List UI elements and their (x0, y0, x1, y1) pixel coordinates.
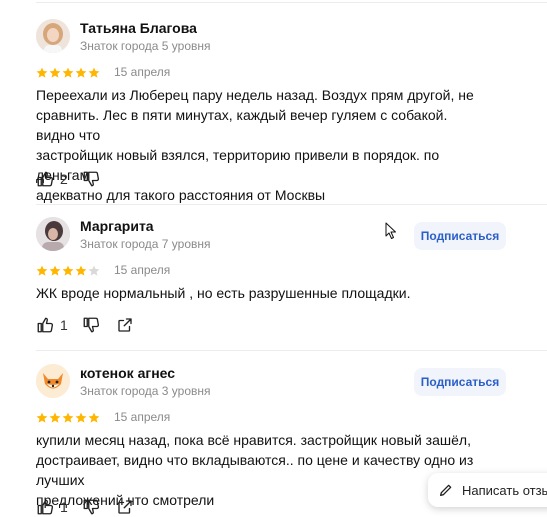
star-icon (49, 412, 61, 423)
star-icon (88, 265, 100, 276)
dislike-button[interactable] (82, 170, 100, 188)
review-text-line: ЖК вроде нормальный , но есть разрушенны… (36, 285, 411, 301)
like-count: 1 (60, 317, 68, 333)
share-button[interactable] (116, 498, 134, 516)
star-icon (88, 67, 100, 78)
like-button[interactable]: 2 (36, 170, 68, 188)
review-text-line: адекватно для такого расстояния от Москв… (36, 187, 326, 203)
star-icon (62, 67, 74, 78)
thumbs-up-icon (37, 317, 54, 333)
divider (36, 2, 547, 3)
star-icon (62, 412, 74, 423)
review-text-line: купили месяц назад, пока всё нравится. з… (36, 432, 471, 448)
star-icon (49, 265, 61, 276)
review-card: Маргарита Знаток города 7 уровня Подписа… (36, 217, 547, 337)
reviewer-name[interactable]: Татьяна Благова (80, 20, 197, 36)
user-avatar[interactable] (36, 364, 70, 398)
star-icon (36, 67, 48, 78)
reviewer-name[interactable]: Маргарита (80, 218, 154, 234)
mouse-cursor-icon (385, 222, 396, 239)
write-review-label: Написать отзыв (462, 482, 547, 498)
like-count: 1 (60, 499, 68, 515)
share-icon (118, 500, 132, 514)
review-text: ЖК вроде нормальный , но есть разрушенны… (36, 283, 486, 303)
review-date: 15 апреля (114, 263, 171, 277)
review-text-line: сравнить. Лес в пяти минутах, каждый веч… (36, 107, 448, 143)
star-icon (88, 412, 100, 423)
thumbs-down-icon (83, 317, 99, 333)
star-icon (75, 412, 87, 423)
star-icon (36, 412, 48, 423)
review-actions: 2 (36, 169, 100, 189)
dislike-button[interactable] (82, 498, 100, 516)
reviewer-level: Знаток города 3 уровня (80, 384, 211, 398)
review-text: Переехали из Люберец пару недель назад. … (36, 85, 486, 205)
review-text-line: достраивает, видно что вкладываются.. по… (36, 452, 474, 488)
divider (36, 204, 547, 205)
like-button[interactable]: 1 (36, 316, 68, 334)
rating-stars (36, 412, 100, 424)
user-avatar[interactable] (36, 217, 70, 251)
rating-stars (36, 67, 100, 79)
user-avatar[interactable] (36, 19, 70, 53)
share-icon (118, 318, 132, 332)
reviewer-name[interactable]: котенок агнес (80, 365, 175, 381)
photo-avatar-icon (36, 217, 70, 251)
star-icon (75, 67, 87, 78)
divider (36, 350, 547, 351)
review-actions: 1 (36, 315, 134, 335)
write-review-button[interactable]: Написать отзыв (428, 473, 547, 507)
reviewer-level: Знаток города 5 уровня (80, 39, 211, 53)
like-button[interactable]: 1 (36, 498, 68, 516)
star-icon (49, 67, 61, 78)
review-date: 15 апреля (114, 410, 171, 424)
like-count: 2 (60, 171, 68, 187)
star-icon (75, 265, 87, 276)
star-icon (62, 265, 74, 276)
pencil-icon (440, 484, 452, 496)
share-button[interactable] (116, 316, 134, 334)
review-text-line: застройщик новый взялся, территорию прив… (36, 147, 440, 183)
fox-avatar-icon (36, 364, 70, 398)
thumbs-down-icon (83, 499, 99, 515)
reviewer-level: Знаток города 7 уровня (80, 237, 211, 251)
subscribe-button[interactable]: Подписаться (414, 222, 506, 250)
review-card: Татьяна Благова Знаток города 5 уровня 1… (36, 19, 547, 203)
dislike-button[interactable] (82, 316, 100, 334)
review-text-line: Переехали из Люберец пару недель назад. … (36, 87, 474, 103)
thumbs-up-icon (37, 499, 54, 515)
star-icon (36, 265, 48, 276)
thumbs-down-icon (83, 171, 99, 187)
review-actions: 1 (36, 497, 134, 517)
thumbs-up-icon (37, 171, 54, 187)
review-date: 15 апреля (114, 65, 171, 79)
rating-stars (36, 265, 100, 277)
woman-photo-avatar-icon (36, 19, 70, 53)
subscribe-button[interactable]: Подписаться (414, 368, 506, 396)
